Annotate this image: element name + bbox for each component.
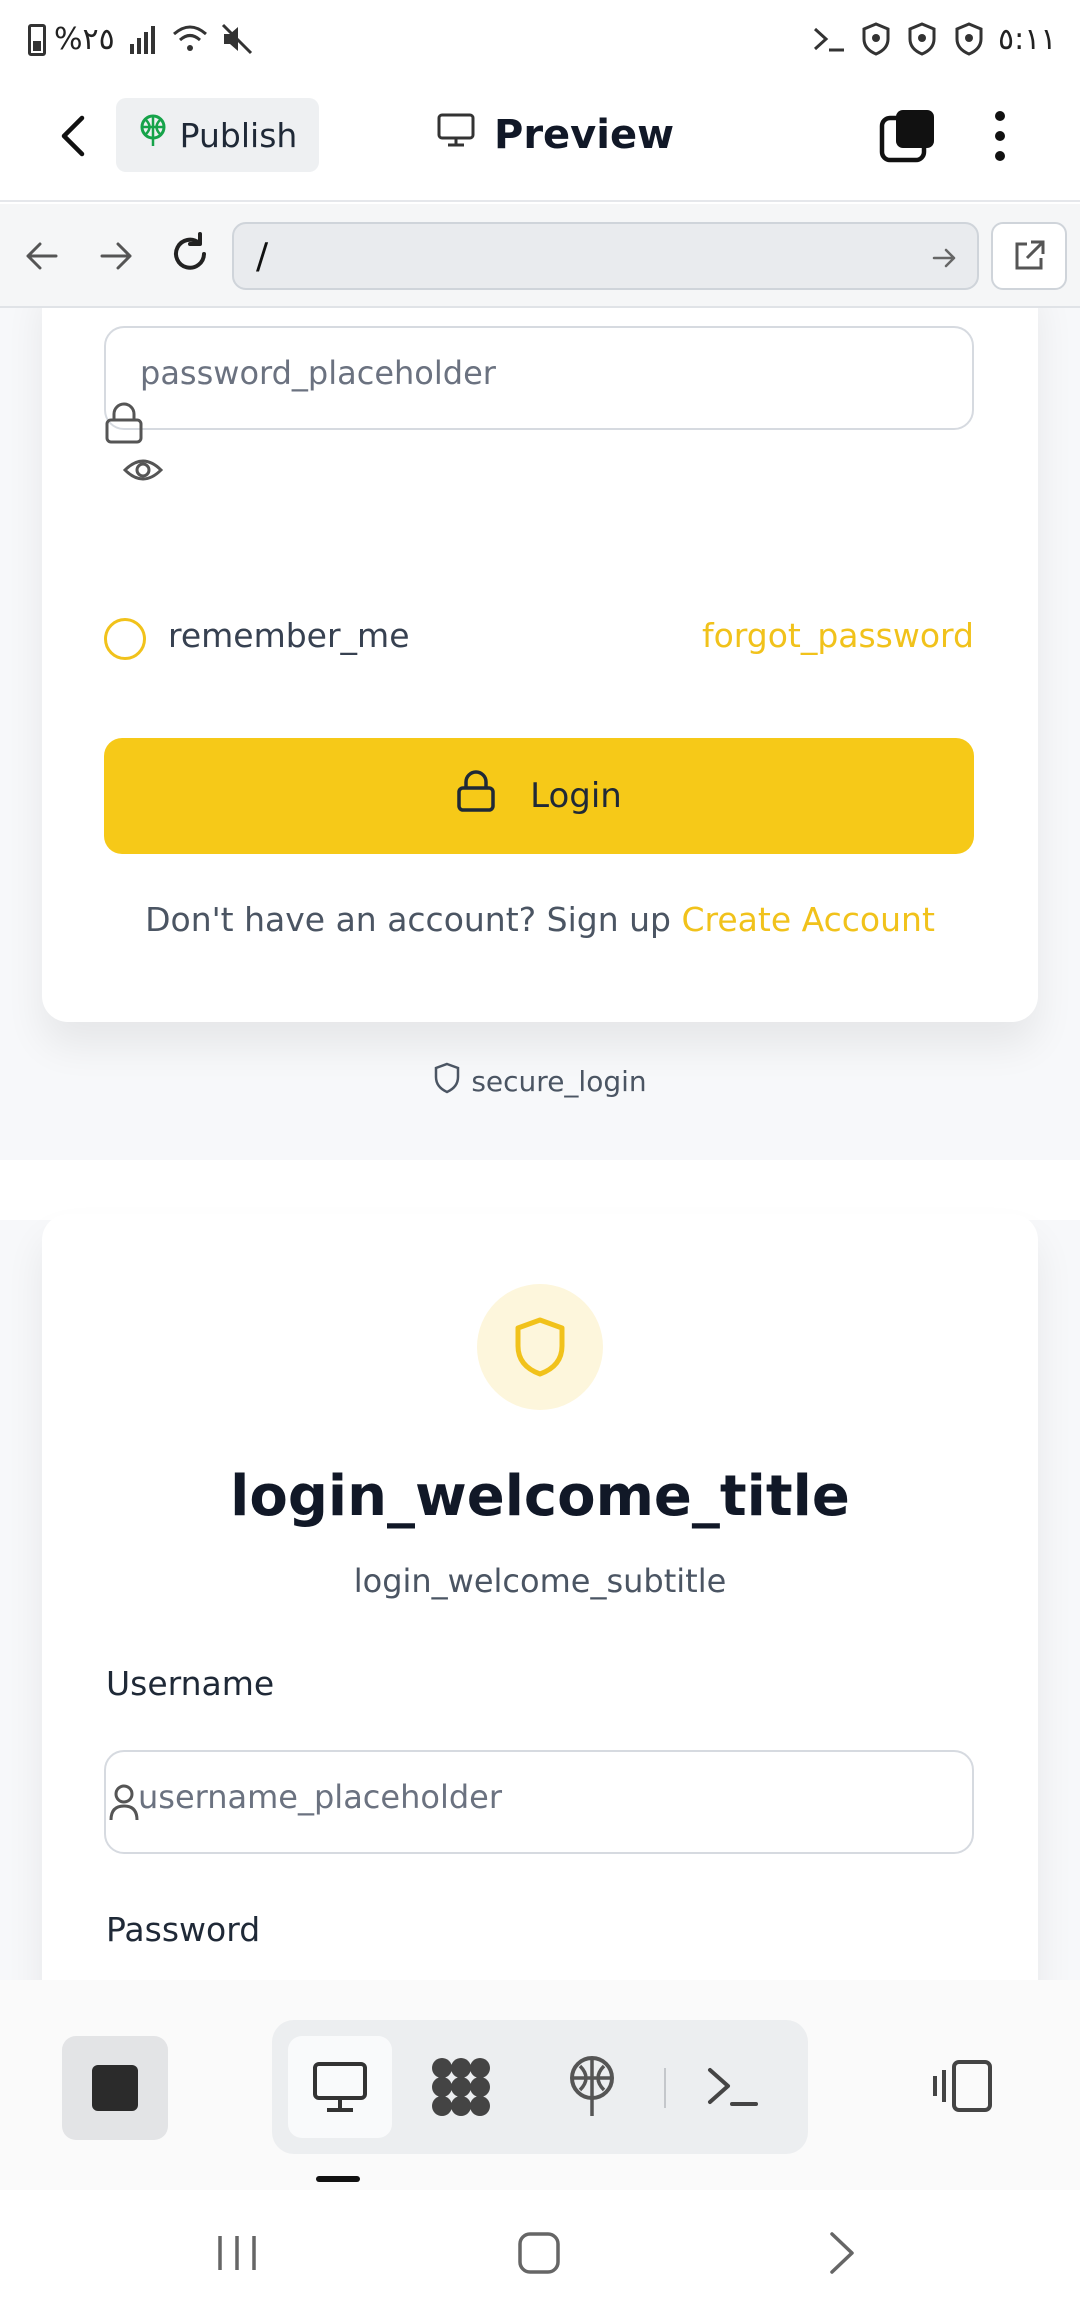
shield-status-icon — [955, 22, 983, 60]
login-card: login_welcome_title login_welcome_subtit… — [42, 1214, 1038, 1980]
browser-forward-button[interactable] — [94, 234, 138, 282]
lock-icon — [456, 769, 496, 823]
eye-icon — [122, 459, 164, 481]
wifi-icon — [170, 22, 210, 60]
recent-apps-button[interactable] — [214, 2232, 260, 2278]
secure-login-label: secure_login — [471, 1065, 647, 1098]
preview-label: Preview — [494, 112, 675, 158]
create-account-link[interactable]: Create Account — [682, 900, 935, 939]
code-icon — [432, 2058, 490, 2116]
shield-logo — [477, 1284, 603, 1410]
login-label: Login — [530, 776, 622, 816]
arrow-right-icon — [100, 242, 132, 270]
section-divider — [0, 1160, 1080, 1220]
monitor-icon — [436, 112, 476, 158]
terminal-icon — [708, 2068, 758, 2106]
login-subtitle: login_welcome_subtitle — [353, 1562, 727, 1600]
monitor-icon — [313, 2062, 367, 2112]
battery-icon — [28, 24, 46, 56]
toolbar-divider — [664, 2068, 666, 2108]
view-mode-group — [272, 2020, 808, 2154]
publish-button[interactable]: Publish — [116, 98, 319, 172]
browser-bar: / — [0, 204, 1080, 308]
password-input[interactable]: password_placeholder — [104, 326, 974, 430]
chevron-right-icon — [830, 2232, 854, 2274]
recents-icon — [218, 2236, 256, 2270]
shield-icon — [433, 1062, 461, 1101]
login-card-top: password_placeholder remember_me forgot_… — [42, 308, 1038, 1022]
remember-me-label: remember_me — [168, 616, 410, 655]
terminal-status-icon — [812, 24, 846, 58]
stop-icon — [92, 2065, 138, 2111]
panel-icon — [933, 2060, 992, 2112]
browser-back-button[interactable] — [20, 234, 64, 282]
signup-row: Don't have an account? Sign up Create Ac… — [42, 900, 1038, 939]
go-icon[interactable] — [930, 244, 958, 276]
app-bar: Publish Preview — [0, 82, 1080, 202]
home-icon — [518, 2232, 560, 2274]
user-icon — [108, 1782, 140, 1826]
tabs-button[interactable] — [878, 106, 938, 166]
status-bar: %٢٥ ٥:١١ — [0, 0, 1080, 82]
stop-button[interactable] — [62, 2036, 168, 2140]
password-placeholder: password_placeholder — [140, 354, 496, 392]
toggle-password-visibility-button[interactable] — [122, 454, 164, 490]
signal-icon — [128, 24, 162, 60]
open-external-button[interactable] — [991, 222, 1067, 290]
more-vertical-icon — [995, 111, 1005, 161]
arrow-left-icon — [26, 242, 58, 270]
publish-icon — [570, 2056, 614, 2116]
reload-button[interactable] — [166, 230, 214, 282]
battery-percent: %٢٥ — [54, 22, 115, 57]
code-mode-button[interactable] — [428, 2054, 494, 2124]
username-placeholder: username_placeholder — [138, 1778, 502, 1816]
active-indicator — [316, 2176, 360, 2182]
remember-me-checkbox[interactable] — [104, 618, 146, 660]
signup-prompt: Don't have an account? Sign up — [145, 900, 671, 939]
panel-toggle-button[interactable] — [932, 2058, 994, 2118]
chevron-left-icon — [61, 115, 85, 157]
more-menu-button[interactable] — [980, 104, 1020, 168]
reload-icon — [174, 232, 206, 270]
password-label: Password — [106, 1910, 261, 1949]
lock-icon — [104, 402, 144, 450]
login-title: login_welcome_title — [230, 1464, 850, 1529]
publish-label: Publish — [179, 115, 298, 155]
external-link-icon — [1015, 240, 1045, 270]
publish-icon — [138, 114, 168, 156]
preview-content: password_placeholder remember_me forgot_… — [0, 308, 1080, 1980]
mute-icon — [220, 22, 254, 60]
terminal-mode-button[interactable] — [706, 2062, 760, 2116]
preview-toggle[interactable]: Preview — [436, 102, 674, 168]
shield-status-icon — [862, 22, 890, 60]
bottom-toolbar — [0, 1980, 1080, 2190]
secure-login-note: secure_login — [0, 1062, 1080, 1101]
back-button[interactable] — [46, 108, 102, 164]
shield-status-icon — [908, 22, 936, 60]
url-text[interactable]: / — [256, 236, 268, 277]
forgot-password-link[interactable]: forgot_password — [702, 616, 974, 655]
login-button[interactable]: Login — [104, 738, 974, 854]
clock: ٥:١١ — [998, 22, 1057, 57]
username-input[interactable]: username_placeholder — [104, 1750, 974, 1854]
preview-mode-button[interactable] — [288, 2036, 392, 2138]
system-nav-bar — [0, 2190, 1080, 2316]
username-label: Username — [106, 1664, 275, 1703]
system-back-button[interactable] — [824, 2230, 858, 2280]
publish-mode-button[interactable] — [564, 2054, 620, 2124]
shield-icon — [515, 1317, 565, 1377]
home-button[interactable] — [516, 2230, 562, 2280]
url-bar[interactable]: / — [232, 222, 979, 290]
tabs-icon — [879, 110, 934, 163]
